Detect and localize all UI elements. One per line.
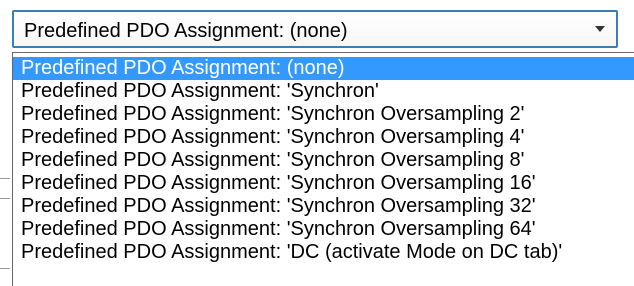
dropdown-option[interactable]: Predefined PDO Assignment: (none) <box>13 57 634 80</box>
background-divider <box>0 198 10 199</box>
pdo-assignment-dropdown-list[interactable]: Predefined PDO Assignment: (none) Predef… <box>12 52 634 286</box>
dropdown-option[interactable]: Predefined PDO Assignment: 'Synchron Ove… <box>13 172 634 195</box>
chevron-down-icon[interactable] <box>588 16 612 42</box>
dropdown-option[interactable]: Predefined PDO Assignment: 'DC (activate… <box>13 241 634 264</box>
dropdown-option[interactable]: Predefined PDO Assignment: 'Synchron Ove… <box>13 149 634 172</box>
background-divider <box>0 178 10 179</box>
dropdown-option[interactable]: Predefined PDO Assignment: 'Synchron Ove… <box>13 195 634 218</box>
dropdown-option[interactable]: Predefined PDO Assignment: 'Synchron Ove… <box>13 126 634 149</box>
dropdown-option[interactable]: Predefined PDO Assignment: 'Synchron Ove… <box>13 103 634 126</box>
pdo-assignment-combobox[interactable]: Predefined PDO Assignment: (none) <box>12 10 618 48</box>
dropdown-option[interactable]: Predefined PDO Assignment: 'Synchron Ove… <box>13 218 634 241</box>
combo-selected-value: Predefined PDO Assignment: (none) <box>24 20 348 42</box>
dropdown-option[interactable]: Predefined PDO Assignment: 'Synchron' <box>13 80 634 103</box>
background-divider <box>0 268 10 269</box>
